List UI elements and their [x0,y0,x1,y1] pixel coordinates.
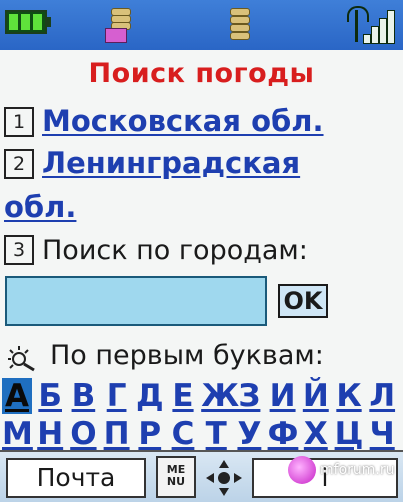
watermark-text: mforum.ru [320,462,395,478]
menu-item-leningrad[interactable]: 2 Ленинградская [4,146,300,180]
mail-softkey[interactable]: Почта [6,458,146,498]
watermark-logo-icon [288,456,316,484]
number-key-3: 3 [4,235,34,265]
alphabet-letter[interactable]: Й [301,378,331,414]
menu-item-leningrad-cont[interactable]: обл. [4,190,76,224]
signal-strength-icon [345,4,395,46]
alphabet-letter[interactable]: Ц [334,416,364,452]
alphabet-letter[interactable]: Ж [201,378,239,414]
memory-icon [228,6,250,44]
menu-item-label[interactable]: Ленинградская [42,146,300,180]
alphabet-label: По первым буквам: [50,340,324,371]
alphabet-letter[interactable]: И [268,378,298,414]
battery-icon [5,10,51,34]
menu-item-label[interactable]: обл. [4,190,76,224]
alphabet-letter[interactable]: П [102,416,132,452]
alphabet-letter[interactable]: Е [168,378,198,414]
number-key-1: 1 [4,107,34,137]
alphabet-letter[interactable]: Л [367,378,397,414]
alphabet-letter[interactable]: Н [35,416,65,452]
alphabet-letter[interactable]: А [2,378,32,414]
menu-key[interactable]: ME NU [156,456,196,498]
alphabet-letter[interactable]: К [334,378,364,414]
alphabet-letter[interactable]: Д [135,378,165,414]
menu-key-label: NU [166,475,186,488]
alphabet-letter[interactable]: Р [135,416,165,452]
city-search-label-row: 3 Поиск по городам: [4,232,308,266]
status-bar [0,0,403,50]
number-key-2: 2 [4,149,34,179]
watermark: mforum.ru [288,452,400,492]
ok-button[interactable]: OK [278,284,328,318]
alphabet-letter[interactable]: Ч [367,416,397,452]
alphabet-row-1: АБВГДЕЖЗИЙКЛ [2,378,402,418]
alphabet-letter[interactable]: Г [102,378,132,414]
city-search-input[interactable] [5,276,267,326]
alphabet-letter[interactable]: У [234,416,264,452]
page-title: Поиск погоды [88,58,315,89]
alphabet-letter[interactable]: С [168,416,198,452]
alphabet-letter[interactable]: Т [201,416,231,452]
menu-item-moscow[interactable]: 1 Московская обл. [4,104,324,138]
city-search-label: Поиск по городам: [42,235,308,266]
menu-item-label[interactable]: Московская обл. [42,104,324,138]
alphabet-letter[interactable]: З [234,378,264,414]
sun-icon [8,346,35,372]
message-icon [105,6,133,44]
alphabet-letter[interactable]: Х [301,416,331,452]
navigation-key-icon[interactable] [204,458,244,498]
alphabet-letter[interactable]: В [68,378,98,414]
alphabet-letter[interactable]: Ф [268,416,299,452]
alphabet-letter[interactable]: О [68,416,98,452]
alphabet-letter[interactable]: Б [35,378,65,414]
alphabet-letter[interactable]: М [2,416,33,452]
